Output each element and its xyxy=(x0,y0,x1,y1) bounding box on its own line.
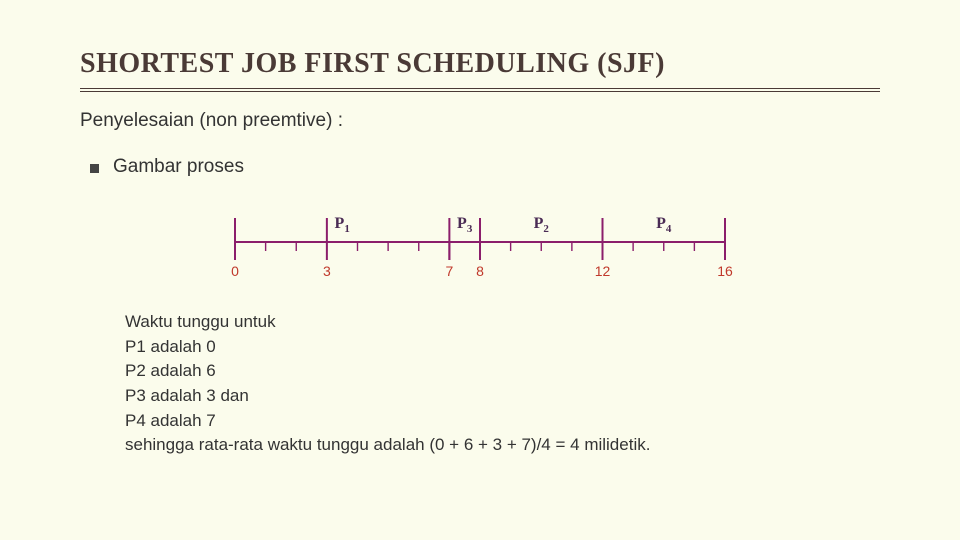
gantt-chart: 0 3 7 8 12 16 P1 P3 P2 P4 xyxy=(215,200,745,288)
svg-text:16: 16 xyxy=(717,263,733,279)
page-title: SHORTEST JOB FIRST SCHEDULING (SJF) xyxy=(80,48,880,80)
svg-text:0: 0 xyxy=(231,263,239,279)
svg-text:P2: P2 xyxy=(534,215,550,235)
title-rule xyxy=(80,88,880,92)
bullet-text: Gambar proses xyxy=(113,156,244,178)
square-bullet-icon xyxy=(90,164,99,173)
explain-line: P3 adalah 3 dan xyxy=(125,384,855,409)
explain-line: P1 adalah 0 xyxy=(125,335,855,360)
slide: SHORTEST JOB FIRST SCHEDULING (SJF) Peny… xyxy=(0,0,960,478)
svg-text:7: 7 xyxy=(445,263,453,279)
explain-line: P4 adalah 7 xyxy=(125,409,855,434)
subtitle: Penyelesaian (non preemtive) : xyxy=(80,110,880,132)
svg-text:P3: P3 xyxy=(457,215,473,235)
svg-text:P1: P1 xyxy=(335,215,350,235)
svg-text:3: 3 xyxy=(323,263,331,279)
svg-text:P4: P4 xyxy=(656,215,672,235)
explain-line: Waktu tunggu untuk xyxy=(125,310,855,335)
explain-line: P2 adalah 6 xyxy=(125,359,855,384)
svg-text:8: 8 xyxy=(476,263,484,279)
bullet-item: Gambar proses xyxy=(90,156,880,178)
explain-line: sehingga rata-rata waktu tunggu adalah (… xyxy=(125,433,855,458)
svg-text:12: 12 xyxy=(595,263,611,279)
gantt-chart-wrap: 0 3 7 8 12 16 P1 P3 P2 P4 xyxy=(80,200,880,288)
explanation-block: Waktu tunggu untuk P1 adalah 0 P2 adalah… xyxy=(125,310,855,458)
